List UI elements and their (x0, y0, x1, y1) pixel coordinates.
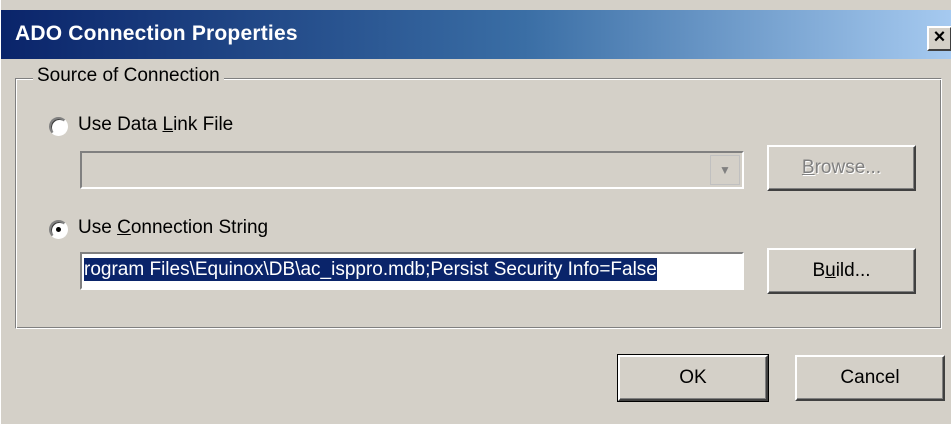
close-button[interactable]: × (927, 26, 951, 51)
connection-string-radio[interactable] (49, 220, 68, 239)
title-bar[interactable]: ADO Connection Properties × (1, 10, 951, 59)
close-icon: × (933, 26, 946, 48)
data-link-file-combo: ▼ (80, 151, 744, 189)
ok-button[interactable]: OK (617, 354, 769, 402)
group-legend: Source of Connection (33, 65, 224, 87)
browse-button[interactable]: Browse... (767, 145, 916, 191)
ado-connection-dialog: ADO Connection Properties × Source of Co… (0, 0, 951, 424)
cancel-button[interactable]: Cancel (795, 355, 945, 401)
data-link-radio[interactable] (49, 117, 68, 136)
data-link-label[interactable]: Use Data Link File (78, 114, 233, 136)
radio-selected-dot (56, 227, 61, 232)
connection-string-label[interactable]: Use Connection String (78, 217, 268, 239)
window-title: ADO Connection Properties (15, 22, 298, 45)
connection-string-input[interactable]: rogram Files\Equinox\DB\ac_isppro.mdb;Pe… (80, 252, 744, 290)
build-button[interactable]: Build... (767, 248, 916, 294)
chevron-down-icon: ▼ (710, 155, 740, 185)
connection-string-value: rogram Files\Equinox\DB\ac_isppro.mdb;Pe… (84, 258, 657, 281)
